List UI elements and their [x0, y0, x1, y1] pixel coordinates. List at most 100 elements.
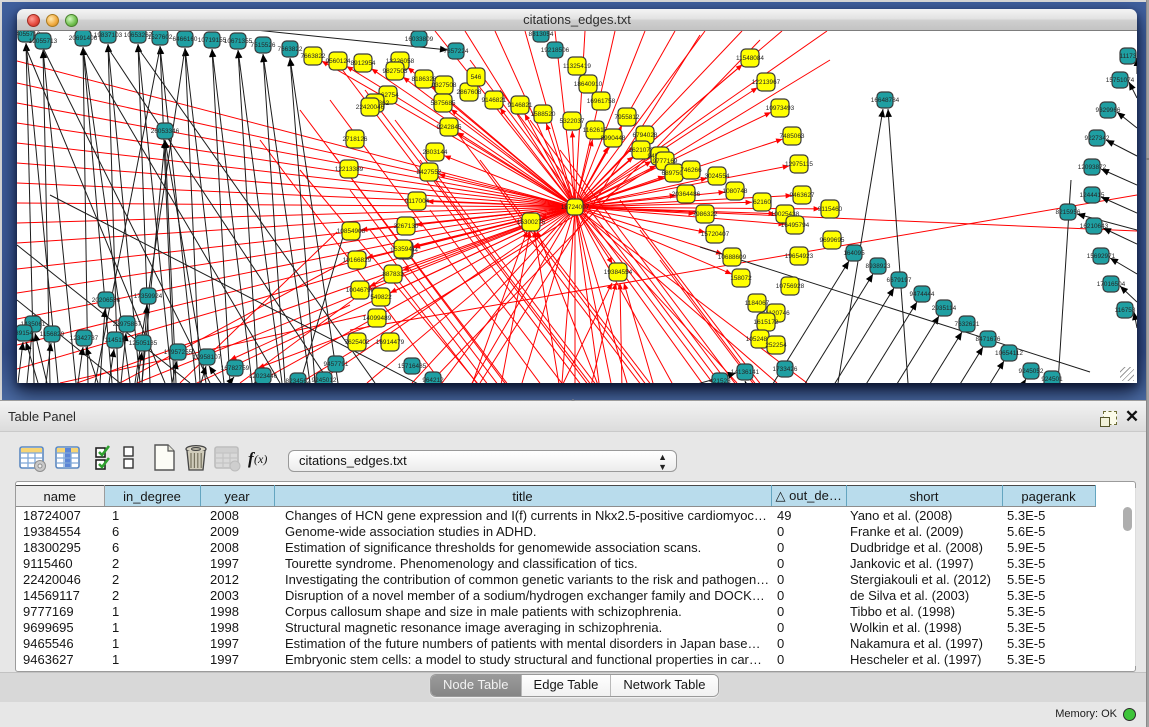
svg-text:15720407: 15720407: [701, 231, 730, 238]
svg-text:9245012: 9245012: [312, 377, 337, 383]
svg-text:5875685: 5875685: [431, 100, 456, 107]
svg-text:8427552: 8427552: [417, 169, 442, 176]
svg-text:9329966: 9329966: [1096, 107, 1121, 114]
svg-text:9117004: 9117004: [405, 198, 430, 205]
svg-text:7625402: 7625402: [345, 339, 370, 346]
svg-text:1733426: 1733426: [773, 366, 798, 373]
svg-text:1244415: 1244415: [1080, 192, 1105, 199]
svg-text:11325419: 11325419: [563, 63, 591, 70]
svg-text:39154: 39154: [17, 330, 33, 337]
svg-text:18640910: 18640910: [574, 81, 603, 88]
svg-text:7986322: 7986322: [693, 211, 718, 218]
svg-text:10719155: 10719155: [198, 37, 227, 44]
svg-text:8471676: 8471676: [976, 336, 1001, 343]
svg-text:9827503: 9827503: [383, 68, 408, 75]
svg-text:22420046: 22420046: [356, 104, 385, 111]
svg-text:15692971: 15692971: [1087, 253, 1116, 260]
svg-text:6794028: 6794028: [633, 132, 658, 139]
svg-text:546: 546: [471, 74, 482, 81]
svg-text:964212: 964212: [422, 377, 444, 383]
svg-text:16210643: 16210643: [1080, 223, 1109, 230]
svg-text:746266: 746266: [680, 167, 702, 174]
svg-text:9474444: 9474444: [910, 291, 935, 298]
svg-text:3267130: 3267130: [394, 223, 419, 230]
svg-text:1615172: 1615172: [754, 319, 779, 326]
svg-text:(x): (x): [254, 452, 267, 466]
svg-text:17016504: 17016504: [1097, 281, 1126, 288]
svg-text:16033809: 16033809: [405, 36, 434, 43]
svg-text:10958107: 10958107: [193, 354, 222, 361]
svg-text:16648784: 16648784: [871, 97, 900, 104]
svg-text:12342737: 12342737: [70, 335, 99, 342]
svg-text:2803144: 2803144: [423, 149, 448, 156]
svg-text:9457791: 9457791: [324, 361, 349, 368]
svg-text:9463627: 9463627: [790, 192, 815, 199]
svg-text:12213967: 12213967: [752, 79, 781, 86]
svg-text:8938923: 8938923: [866, 263, 891, 270]
svg-text:9699695: 9699695: [820, 237, 845, 244]
svg-text:5322037: 5322037: [560, 118, 585, 125]
svg-text:8813054: 8813054: [529, 31, 554, 38]
svg-text:10046798: 10046798: [346, 287, 375, 294]
svg-text:2935114: 2935114: [932, 305, 957, 312]
svg-text:9327508: 9327508: [432, 82, 457, 89]
svg-text:14099489: 14099489: [363, 315, 392, 322]
svg-text:164095: 164095: [843, 250, 865, 257]
svg-text:9245052: 9245052: [1019, 368, 1044, 375]
svg-text:421523: 421523: [709, 378, 731, 383]
svg-text:20364486: 20364486: [672, 191, 701, 198]
svg-text:10854908: 10854908: [337, 228, 366, 235]
svg-text:11548084: 11548084: [736, 55, 764, 62]
svg-text:15751074: 15751074: [1106, 77, 1135, 84]
svg-text:9146821: 9146821: [482, 97, 507, 104]
svg-text:26053346: 26053346: [151, 128, 180, 135]
svg-text:18724007: 18724007: [561, 204, 590, 211]
svg-text:1527602: 1527602: [148, 34, 173, 41]
svg-text:7515526: 7515526: [251, 42, 276, 49]
svg-text:7485063: 7485063: [780, 133, 805, 140]
svg-text:6466160: 6466160: [173, 36, 198, 43]
svg-text:9227342: 9227342: [1085, 135, 1110, 142]
svg-text:114519: 114519: [105, 337, 126, 344]
svg-text:6679197: 6679197: [887, 277, 912, 284]
svg-text:19218506: 19218506: [541, 47, 570, 54]
svg-text:53594: 53594: [394, 246, 412, 253]
svg-text:20206536: 20206536: [92, 297, 121, 304]
svg-text:12505135: 12505135: [129, 340, 158, 347]
svg-text:8234562: 8234562: [286, 378, 311, 383]
svg-text:7357224: 7357224: [444, 48, 469, 55]
svg-text:1588520: 1588520: [531, 111, 556, 118]
svg-text:1156829: 1156829: [40, 331, 65, 338]
svg-text:116753: 116753: [1115, 307, 1136, 314]
svg-text:1184067: 1184067: [745, 300, 770, 307]
svg-text:9146821: 9146821: [508, 102, 533, 109]
svg-text:15300275: 15300275: [517, 219, 546, 226]
svg-text:549822: 549822: [370, 294, 392, 301]
svg-text:10654112: 10654112: [995, 350, 1023, 357]
svg-text:16961758: 16961758: [587, 98, 616, 105]
svg-text:3024554: 3024554: [705, 173, 730, 180]
svg-text:924501: 924501: [1041, 376, 1063, 383]
svg-text:62160: 62160: [753, 199, 771, 206]
svg-text:11173: 11173: [1120, 53, 1137, 60]
svg-text:10688609: 10688609: [718, 254, 747, 261]
svg-text:16495794: 16495794: [781, 222, 810, 229]
svg-text:16782759: 16782759: [221, 365, 250, 372]
svg-text:16914479: 16914479: [376, 339, 405, 346]
svg-text:7632621: 7632621: [955, 321, 980, 328]
svg-text:12055713: 12055713: [29, 38, 58, 45]
svg-text:7663822: 7663822: [301, 53, 326, 60]
svg-text:23975867: 23975867: [113, 321, 142, 328]
svg-text:8215956: 8215956: [1056, 209, 1081, 216]
svg-text:10671355: 10671355: [224, 38, 253, 45]
svg-text:158072: 158072: [730, 275, 752, 282]
svg-text:15716485: 15716485: [398, 363, 427, 370]
svg-text:12975115: 12975115: [785, 161, 813, 168]
svg-text:1080748: 1080748: [723, 188, 748, 195]
svg-text:7663822: 7663822: [278, 46, 303, 53]
svg-text:8912954: 8912954: [351, 60, 376, 67]
svg-text:17359924: 17359924: [134, 293, 163, 300]
svg-text:12213389: 12213389: [335, 166, 364, 173]
svg-text:9242845: 9242845: [437, 124, 462, 131]
svg-text:2718126: 2718126: [343, 136, 368, 143]
